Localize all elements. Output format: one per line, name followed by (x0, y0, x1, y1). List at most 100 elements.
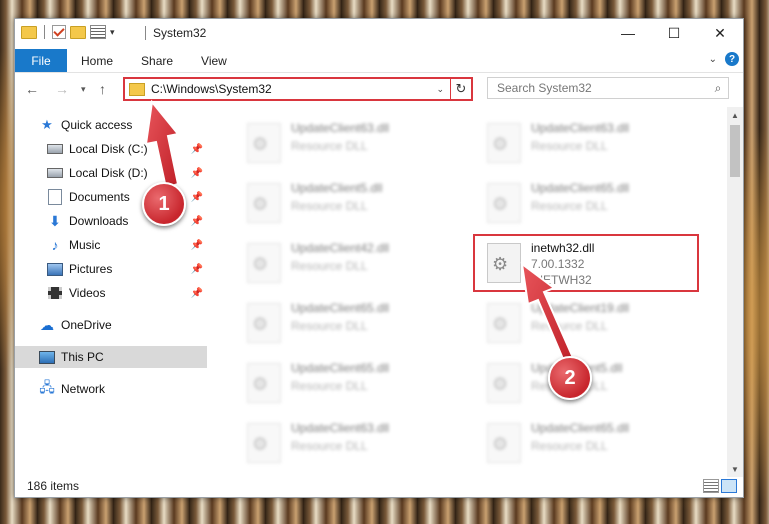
file-type: Resource DLL (531, 439, 608, 453)
file-item[interactable]: UpdateClient63.dll Resource DLL (473, 113, 693, 169)
dll-file-icon (247, 123, 281, 163)
tab-file[interactable]: File (15, 49, 67, 72)
step-badge-2: 2 (548, 356, 592, 400)
up-arrow-icon[interactable]: ↑ (99, 81, 106, 97)
file-item[interactable]: UpdateClient63.dll Resource DLL (233, 413, 453, 469)
dll-file-icon (247, 423, 281, 463)
file-type: Resource DLL (531, 319, 608, 333)
file-item[interactable]: UpdateClient42.dll Resource DLL (233, 233, 453, 289)
pin-icon[interactable]: 📌 (191, 192, 203, 203)
vertical-scrollbar[interactable]: ▲ ▼ (727, 107, 743, 477)
sidebar-item-quick-access[interactable]: ★ Quick access (15, 114, 207, 136)
search-box[interactable]: ⌕ (487, 77, 729, 99)
help-icon[interactable]: ? (725, 52, 739, 66)
sidebar-item-label: Videos (69, 286, 106, 300)
file-name: UpdateClient42.dll (291, 241, 390, 255)
sidebar-item-videos[interactable]: Videos 📌 (15, 282, 207, 304)
pin-icon[interactable]: 📌 (191, 288, 203, 299)
file-type: Resource DLL (291, 319, 368, 333)
address-bar[interactable]: C:\Windows\System32 ⌄ ↻ (123, 77, 473, 101)
file-item[interactable]: UpdateClient65.dll Resource DLL (473, 173, 693, 229)
sidebar-item-local-disk-d[interactable]: Local Disk (D:) 📌 (15, 162, 207, 184)
file-name: UpdateClient63.dll (531, 121, 630, 135)
file-type: Resource DLL (291, 439, 368, 453)
file-item[interactable]: UpdateClient63.dll Resource DLL (233, 113, 453, 169)
title-divider (145, 26, 146, 40)
tab-share[interactable]: Share (127, 49, 187, 72)
quick-access-toolbar: ▾ (21, 25, 115, 39)
pin-icon[interactable]: 📌 (191, 264, 203, 275)
search-input[interactable] (495, 80, 708, 96)
file-name: UpdateClient5.dll (291, 181, 383, 195)
navigation-pane: ★ Quick access Local Disk (C:) 📌 Local D… (15, 111, 207, 471)
address-path[interactable]: C:\Windows\System32 (151, 82, 436, 96)
ribbon-tabs: File Home Share View ⌄ ? (15, 49, 743, 73)
window-title: System32 (153, 26, 207, 40)
dll-file-icon (487, 423, 521, 463)
file-item[interactable]: UpdateClient19.dll Resource DLL (473, 293, 693, 349)
large-icons-view-icon[interactable] (721, 479, 737, 493)
maximize-button[interactable]: ☐ (651, 19, 697, 47)
file-explorer-window: ▾ System32 — ☐ ✕ File Home Share View ⌄ … (14, 18, 744, 498)
sidebar-item-music[interactable]: ♪ Music 📌 (15, 234, 207, 256)
sidebar-item-local-disk-c[interactable]: Local Disk (C:) 📌 (15, 138, 207, 160)
sidebar-item-label: Local Disk (D:) (69, 166, 148, 180)
recent-locations-chevron-icon[interactable]: ▾ (81, 84, 86, 95)
item-count: 186 items (27, 479, 80, 493)
forward-arrow-icon[interactable]: → (55, 81, 69, 97)
sidebar-item-onedrive[interactable]: ☁ OneDrive (15, 314, 207, 336)
sidebar-item-this-pc[interactable]: This PC (15, 346, 207, 368)
file-item[interactable]: UpdateClient65.dll Resource DLL (233, 353, 453, 409)
pin-icon[interactable]: 📌 (191, 240, 203, 251)
details-view-icon[interactable] (703, 479, 719, 493)
dll-file-icon (247, 243, 281, 283)
navigation-bar: ← → ▾ ↑ C:\Windows\System32 ⌄ ↻ ⌕ (15, 73, 743, 105)
file-item[interactable]: UpdateClient65.dll Resource DLL (233, 293, 453, 349)
back-arrow-icon[interactable]: ← (25, 81, 39, 97)
properties-icon[interactable] (90, 25, 106, 39)
refresh-icon[interactable]: ↻ (450, 79, 471, 99)
file-item-inetwh32[interactable]: inetwh32.dll 7.00.1332 INETWH32 (473, 233, 693, 289)
scrollbar-thumb[interactable] (730, 125, 740, 177)
tab-view[interactable]: View (187, 49, 241, 72)
close-button[interactable]: ✕ (697, 19, 743, 47)
properties-check-icon[interactable] (52, 25, 66, 39)
sidebar-item-label: Downloads (69, 214, 129, 228)
downloads-icon: ⬇ (49, 212, 61, 229)
file-type: Resource DLL (291, 199, 368, 213)
file-type: Resource DLL (291, 139, 368, 153)
pin-icon[interactable]: 📌 (191, 168, 203, 179)
onedrive-icon: ☁ (40, 316, 54, 333)
file-name: UpdateClient65.dll (291, 361, 390, 375)
file-name: UpdateClient19.dll (531, 301, 630, 315)
sidebar-item-pictures[interactable]: Pictures 📌 (15, 258, 207, 280)
folder-icon[interactable] (21, 25, 37, 39)
tab-home[interactable]: Home (67, 49, 127, 72)
view-toggle (703, 479, 737, 493)
sidebar-item-label: Network (61, 382, 106, 396)
dll-file-icon (487, 303, 521, 343)
file-list: UpdateClient63.dll Resource DLL UpdateCl… (207, 105, 727, 473)
minimize-button[interactable]: — (605, 19, 651, 47)
new-folder-icon[interactable] (70, 25, 86, 39)
file-type: Resource DLL (531, 139, 608, 153)
file-type: Resource DLL (531, 199, 608, 213)
pin-icon[interactable]: 📌 (191, 216, 203, 227)
scroll-up-arrow-icon[interactable]: ▲ (727, 107, 743, 123)
expand-ribbon-chevron-icon[interactable]: ⌄ (709, 54, 717, 65)
file-item[interactable]: UpdateClient5.dll Resource DLL (233, 173, 453, 229)
file-item[interactable]: UpdateClient65.dll Resource DLL (473, 413, 693, 469)
customize-toolbar-chevron-icon[interactable]: ▾ (110, 27, 115, 38)
dll-file-icon (247, 303, 281, 343)
toolbar-divider (44, 25, 45, 39)
file-name: UpdateClient65.dll (291, 301, 390, 315)
pin-icon[interactable]: 📌 (191, 144, 203, 155)
drive-icon (47, 144, 63, 154)
dll-file-icon (247, 183, 281, 223)
videos-icon (48, 287, 62, 299)
search-icon[interactable]: ⌕ (708, 81, 728, 96)
file-type: INETWH32 (531, 273, 592, 287)
sidebar-item-network[interactable]: 🖧 Network (15, 378, 207, 400)
file-name: UpdateClient65.dll (531, 421, 630, 435)
address-dropdown-chevron-icon[interactable]: ⌄ (436, 84, 444, 95)
